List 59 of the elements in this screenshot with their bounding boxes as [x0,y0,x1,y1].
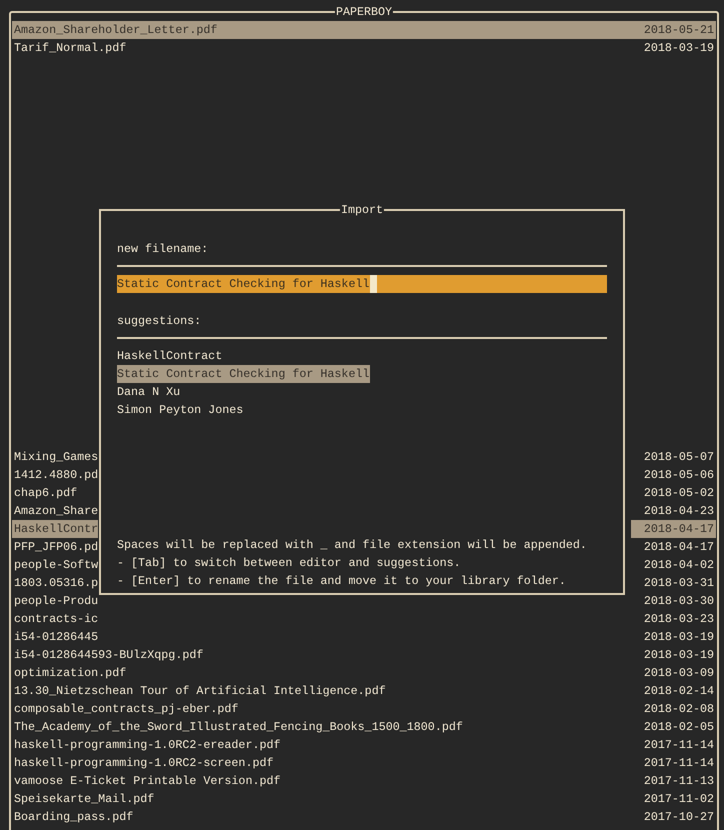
file-name[interactable]: people-Produ [12,592,98,610]
file-date[interactable]: 2018-04-17 [630,520,716,538]
file-name[interactable]: Speisekarte_Mail.pdf [12,790,154,808]
dialog-title: Import [340,202,384,218]
file-name[interactable]: Mixing_Games [12,448,98,466]
section-label: suggestions: [117,313,202,330]
file-name[interactable]: chap6.pdf [12,484,78,502]
file-name[interactable]: The_Academy_of_the_Sword_Illustrated_Fencing_Books_1500_1800.pdf [12,718,463,736]
file-date: 2018-03-19 [644,40,714,57]
file-date[interactable]: 2017-11-14 [630,736,716,754]
file-name[interactable]: 1412.4880.pd [12,466,98,484]
file-date[interactable]: 2018-02-14 [630,682,716,700]
help-text: - [Tab] to switch between editor and suggestions. [117,555,461,572]
file-date[interactable]: 2018-04-23 [630,502,716,520]
file-date[interactable]: 2017-11-02 [630,790,716,808]
file-date[interactable]: 2018-03-19 [630,628,716,646]
file-name[interactable]: Boarding_pass.pdf [12,808,134,826]
file-list-item[interactable]: Amazon_Shareholder_Letter.pdf 2018-05-21 [12,21,716,39]
file-date[interactable]: 2018-03-09 [630,664,716,682]
file-name[interactable]: haskell-programming-1.0RC2-ereader.pdf [12,736,281,754]
file-date: 2018-05-21 [644,22,714,39]
file-name[interactable]: people-Softw [12,556,98,574]
file-date[interactable]: 2018-02-05 [630,718,716,736]
file-name[interactable]: contracts-ic [12,610,98,628]
help-text: Spaces will be replaced with _ and file extension will be appended. [117,537,587,554]
file-name[interactable]: i54-0128644593-BUlzXqpg.pdf [12,646,204,664]
file-name[interactable]: composable_contracts_pj-eber.pdf [12,700,238,718]
file-date[interactable]: 2018-03-23 [630,610,716,628]
suggestion-item[interactable]: Simon Peyton Jones [117,401,244,419]
filename-field[interactable]: Static Contract Checking for Haskell [117,275,607,293]
file-date[interactable]: 2018-03-30 [630,592,716,610]
file-date[interactable]: 2018-05-07 [630,448,716,466]
file-name[interactable]: 13.30_Nietzschean Tour of Artificial Intelligence.pdf [12,682,386,700]
file-date[interactable]: 2018-05-06 [630,466,716,484]
file-date[interactable]: 2018-02-08 [630,700,716,718]
file-date[interactable]: 2017-10-27 [630,808,716,826]
file-name[interactable]: HaskellContr [12,520,98,538]
file-name[interactable]: vamoose E-Ticket Printable Version.pdf [12,772,281,790]
file-name: Amazon_Shareholder_Letter.pdf [14,22,218,39]
file-date[interactable]: 2018-04-17 [630,538,716,556]
file-name[interactable]: optimization.pdf [12,664,126,682]
file-list-item[interactable]: Tarif_Normal.pdf 2018-03-19 [12,39,716,57]
file-date[interactable]: 2018-03-19 [630,646,716,664]
suggestion-item[interactable]: Dana N Xu [117,383,180,401]
help-text: - [Enter] to rename the file and move it to your library folder. [117,573,566,590]
file-date[interactable]: 2018-04-02 [630,556,716,574]
file-date[interactable]: 2018-05-02 [630,484,716,502]
file-name[interactable]: haskell-programming-1.0RC2-screen.pdf [12,754,274,772]
file-name[interactable]: Amazon_Share [12,502,98,520]
field-label: new filename: [117,241,208,258]
file-name[interactable]: 1803.05316.p [12,574,98,592]
file-date[interactable]: 2018-03-31 [630,574,716,592]
suggestion-item[interactable]: Static Contract Checking for Haskell [117,365,370,383]
file-name: Tarif_Normal.pdf [14,40,126,57]
suggestion-item[interactable]: HaskellContract [117,347,222,365]
file-date[interactable]: 2017-11-13 [630,772,716,790]
file-name[interactable]: PFP_JFP06.pd [12,538,98,556]
file-name[interactable]: i54-01286445 [12,628,98,646]
file-date[interactable]: 2017-11-14 [630,754,716,772]
